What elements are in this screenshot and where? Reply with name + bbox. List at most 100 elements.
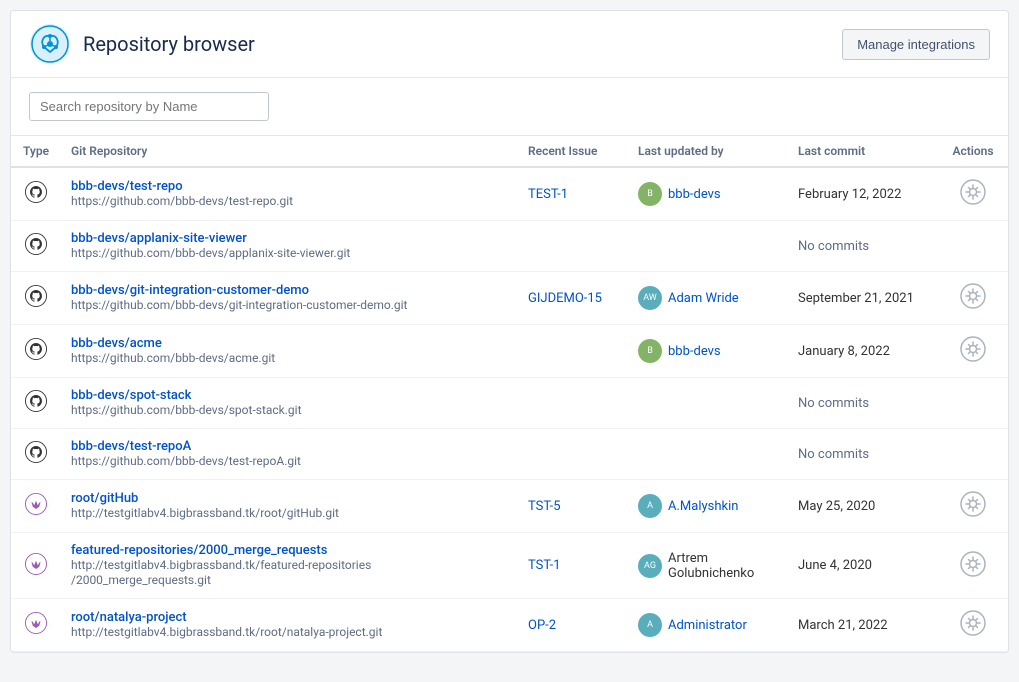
commit-cell: June 4, 2020 [788, 533, 938, 599]
action-icon[interactable] [959, 550, 987, 578]
issue-cell [518, 325, 628, 378]
updated-by-cell [628, 429, 788, 480]
actions-cell [938, 272, 1008, 325]
action-icon[interactable] [959, 282, 987, 310]
col-actions: Actions [938, 136, 1008, 167]
repo-url-link[interactable]: https://github.com/bbb-devs/git-integrat… [71, 298, 407, 312]
repo-name-link[interactable]: bbb-devs/spot-stack [71, 388, 508, 403]
no-commits-label: No commits [798, 447, 869, 462]
updated-by: AGArtremGolubnichenko [638, 551, 778, 581]
repo-url-link[interactable]: https://github.com/bbb-devs/applanix-sit… [71, 246, 350, 260]
avatar: B [638, 182, 662, 206]
issue-cell: TEST-1 [518, 167, 628, 221]
updated-by: AWAdam Wride [638, 286, 778, 310]
avatar: A [638, 613, 662, 637]
github-icon [25, 233, 47, 255]
action-icon[interactable] [959, 178, 987, 206]
github-icon [25, 181, 47, 203]
updated-by-cell: Bbbb-devs [628, 325, 788, 378]
col-commit: Last commit [788, 136, 938, 167]
repo-cell: bbb-devs/spot-stackhttps://github.com/bb… [61, 378, 518, 429]
repo-name-link[interactable]: featured-repositories/2000_merge_request… [71, 543, 508, 558]
commit-cell: January 8, 2022 [788, 325, 938, 378]
repo-url-link[interactable]: http://testgitlabv4.bigbrassband.tk/feat… [71, 558, 371, 587]
github-icon [25, 441, 47, 463]
issue-link[interactable]: TST-1 [528, 558, 561, 573]
commit-date: June 4, 2020 [798, 558, 872, 573]
avatar: B [638, 339, 662, 363]
repo-url-link[interactable]: https://github.com/bbb-devs/acme.git [71, 351, 275, 365]
repo-name-link[interactable]: bbb-devs/test-repo [71, 179, 508, 194]
actions-cell [938, 533, 1008, 599]
repo-name-link[interactable]: root/natalya-project [71, 610, 508, 625]
actions-cell [938, 167, 1008, 221]
repo-cell: bbb-devs/test-repoAhttps://github.com/bb… [61, 429, 518, 480]
user-link[interactable]: Administrator [668, 618, 747, 633]
table-row: root/gitHubhttp://testgitlabv4.bigbrassb… [11, 480, 1008, 533]
commit-date: March 21, 2022 [798, 618, 888, 633]
repo-url-link[interactable]: http://testgitlabv4.bigbrassband.tk/root… [71, 506, 339, 520]
actions-cell [938, 429, 1008, 480]
table-row: root/natalya-projecthttp://testgitlabv4.… [11, 599, 1008, 652]
github-icon [25, 390, 47, 412]
type-cell [11, 480, 61, 533]
issue-link[interactable]: TST-5 [528, 499, 561, 514]
repo-name-link[interactable]: bbb-devs/git-integration-customer-demo [71, 283, 508, 298]
commit-date: January 8, 2022 [798, 344, 890, 359]
repo-name-link[interactable]: bbb-devs/applanix-site-viewer [71, 231, 508, 246]
table-row: bbb-devs/acmehttps://github.com/bbb-devs… [11, 325, 1008, 378]
actions-cell [938, 378, 1008, 429]
repo-url-link[interactable]: https://github.com/bbb-devs/spot-stack.g… [71, 403, 302, 417]
issue-cell: GIJDEMO-15 [518, 272, 628, 325]
actions-cell [938, 599, 1008, 652]
repo-url-link[interactable]: https://github.com/bbb-devs/test-repo.gi… [71, 194, 293, 208]
repo-name-link[interactable]: bbb-devs/acme [71, 336, 508, 351]
repo-cell: bbb-devs/acmehttps://github.com/bbb-devs… [61, 325, 518, 378]
issue-link[interactable]: OP-2 [528, 618, 556, 633]
table-row: bbb-devs/applanix-site-viewerhttps://git… [11, 221, 1008, 272]
commit-cell: February 12, 2022 [788, 167, 938, 221]
issue-cell [518, 429, 628, 480]
repo-name-link[interactable]: bbb-devs/test-repoA [71, 439, 508, 454]
page-wrapper: Repository browser Manage integrations T… [10, 10, 1009, 653]
action-icon[interactable] [959, 609, 987, 637]
gitlab-icon [25, 612, 47, 634]
updated-by: Bbbb-devs [638, 182, 778, 206]
updated-by-cell: A Administrator [628, 599, 788, 652]
type-cell [11, 272, 61, 325]
page-title: Repository browser [83, 32, 255, 56]
search-area [11, 78, 1008, 136]
table-row: bbb-devs/spot-stackhttps://github.com/bb… [11, 378, 1008, 429]
col-type: Type [11, 136, 61, 167]
commit-cell: September 21, 2021 [788, 272, 938, 325]
manage-integrations-button[interactable]: Manage integrations [842, 29, 990, 60]
repo-name-link[interactable]: root/gitHub [71, 491, 508, 506]
user-link[interactable]: bbb-devs [668, 187, 721, 202]
col-issue: Recent Issue [518, 136, 628, 167]
avatar: A [638, 494, 662, 518]
issue-cell: TST-5 [518, 480, 628, 533]
updated-by-cell: A A.Malyshkin [628, 480, 788, 533]
search-input[interactable] [29, 92, 269, 121]
issue-link[interactable]: GIJDEMO-15 [528, 291, 602, 306]
user-link[interactable]: Adam Wride [668, 291, 739, 306]
commit-date: May 25, 2020 [798, 499, 875, 514]
updated-by-cell: Bbbb-devs [628, 167, 788, 221]
actions-cell [938, 221, 1008, 272]
type-cell [11, 599, 61, 652]
avatar: AG [638, 554, 662, 578]
commit-cell: No commits [788, 429, 938, 480]
type-cell [11, 378, 61, 429]
github-icon [25, 285, 47, 307]
col-updated: Last updated by [628, 136, 788, 167]
issue-link[interactable]: TEST-1 [528, 187, 568, 202]
repository-table: Type Git Repository Recent Issue Last up… [11, 136, 1008, 652]
action-icon[interactable] [959, 335, 987, 363]
repo-url-link[interactable]: http://testgitlabv4.bigbrassband.tk/root… [71, 625, 382, 639]
repo-cell: bbb-devs/git-integration-customer-demoht… [61, 272, 518, 325]
user-link[interactable]: A.Malyshkin [668, 499, 738, 514]
commit-cell: May 25, 2020 [788, 480, 938, 533]
user-link[interactable]: bbb-devs [668, 344, 721, 359]
action-icon[interactable] [959, 490, 987, 518]
repo-url-link[interactable]: https://github.com/bbb-devs/test-repoA.g… [71, 454, 301, 468]
